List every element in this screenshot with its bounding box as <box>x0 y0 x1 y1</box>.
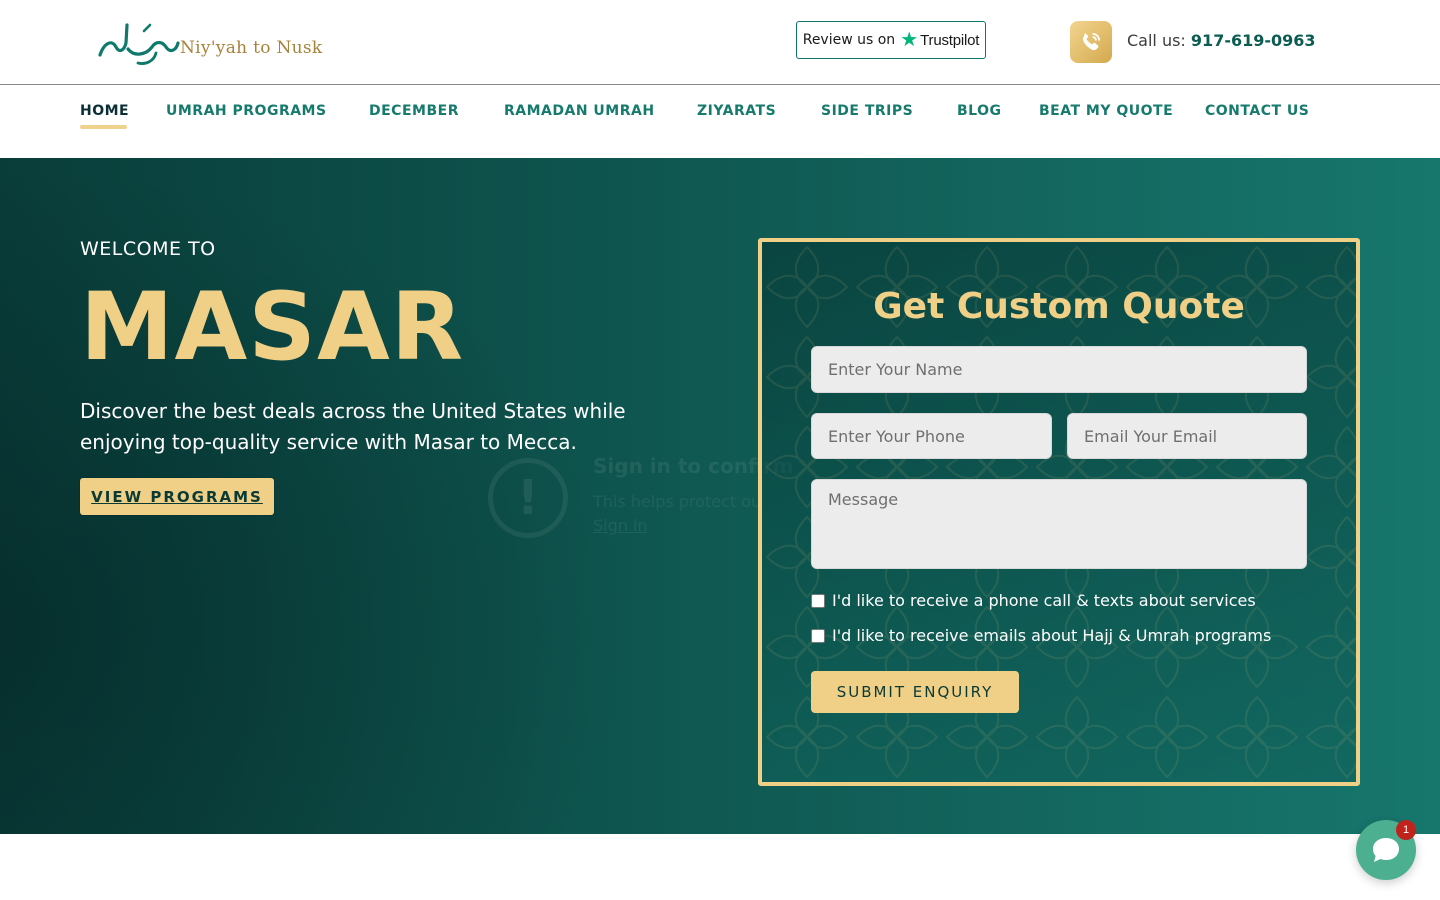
trustpilot-brand: Trustpilot <box>920 31 980 49</box>
consent-emails-label: I'd like to receive emails about Hajj & … <box>832 626 1272 645</box>
consent-calls-label: I'd like to receive a phone call & texts… <box>832 591 1256 610</box>
nav-umrah-programs[interactable]: UMRAH PROGRAMS <box>166 103 327 119</box>
nav-contact-us[interactable]: CONTACT US <box>1205 103 1309 119</box>
view-programs-button[interactable]: VIEW PROGRAMS <box>80 478 274 515</box>
main-navigation: HOME UMRAH PROGRAMS DECEMBER RAMADAN UMR… <box>0 86 1440 158</box>
trustpilot-star-icon: ★ <box>900 27 919 51</box>
ghost-popup-link: Sign in <box>593 516 648 535</box>
hero-title: MASAR <box>80 273 465 382</box>
hero-description: Discover the best deals across the Unite… <box>80 399 626 454</box>
nav-december[interactable]: DECEMBER <box>369 103 459 119</box>
site-header: Niy'yah to Nusk Review us on ★ Trustpilo… <box>0 0 1440 85</box>
nav-beat-my-quote[interactable]: BEAT MY QUOTE <box>1039 103 1173 119</box>
custom-quote-form: Get Custom Quote I'd like to receive a p… <box>758 238 1360 786</box>
phone-number-link[interactable]: 917-619-0963 <box>1191 31 1316 50</box>
message-textarea[interactable] <box>811 479 1307 569</box>
trustpilot-review-button[interactable]: Review us on ★ Trustpilot <box>796 21 986 59</box>
hero-welcome: WELCOME TO <box>80 238 216 260</box>
consent-emails-checkbox[interactable] <box>811 628 825 643</box>
phone-handset-icon <box>1082 32 1100 51</box>
nav-side-trips[interactable]: SIDE TRIPS <box>821 103 913 119</box>
nav-home[interactable]: HOME <box>80 103 129 119</box>
logo-wordmark: Niy'yah to Nusk <box>180 38 323 58</box>
consent-emails-row: I'd like to receive emails about Hajj & … <box>811 626 1271 645</box>
trustpilot-review-text: Review us on <box>802 32 896 48</box>
consent-calls-row: I'd like to receive a phone call & texts… <box>811 591 1256 610</box>
consent-calls-checkbox[interactable] <box>811 593 825 608</box>
hero-section: ! Sign in to confirm This helps protect … <box>0 158 1440 834</box>
call-us-line: Call us: 917-619-0963 <box>1127 31 1316 50</box>
ghost-popup-subtitle: This helps protect ou <box>593 492 762 511</box>
phone-input[interactable] <box>811 413 1052 459</box>
quote-form-title: Get Custom Quote <box>873 286 1245 327</box>
nav-blog[interactable]: BLOG <box>957 103 1002 119</box>
submit-enquiry-button[interactable]: SUBMIT ENQUIRY <box>811 671 1019 713</box>
nav-active-indicator <box>80 125 127 129</box>
logo-calligraphy-icon <box>98 23 180 65</box>
call-us-label: Call us: <box>1127 31 1186 50</box>
chat-notification-badge: 1 <box>1396 820 1416 840</box>
phone-icon[interactable] <box>1070 21 1112 63</box>
nav-ramadan-umrah[interactable]: RAMADAN UMRAH <box>504 103 655 119</box>
chat-bubble-icon <box>1373 838 1399 862</box>
name-input[interactable] <box>811 346 1307 393</box>
email-input[interactable] <box>1067 413 1307 459</box>
site-logo[interactable]: Niy'yah to Nusk <box>94 16 324 68</box>
ghost-alert-icon: ! <box>488 458 568 538</box>
nav-ziyarats[interactable]: ZIYARATS <box>697 103 776 119</box>
